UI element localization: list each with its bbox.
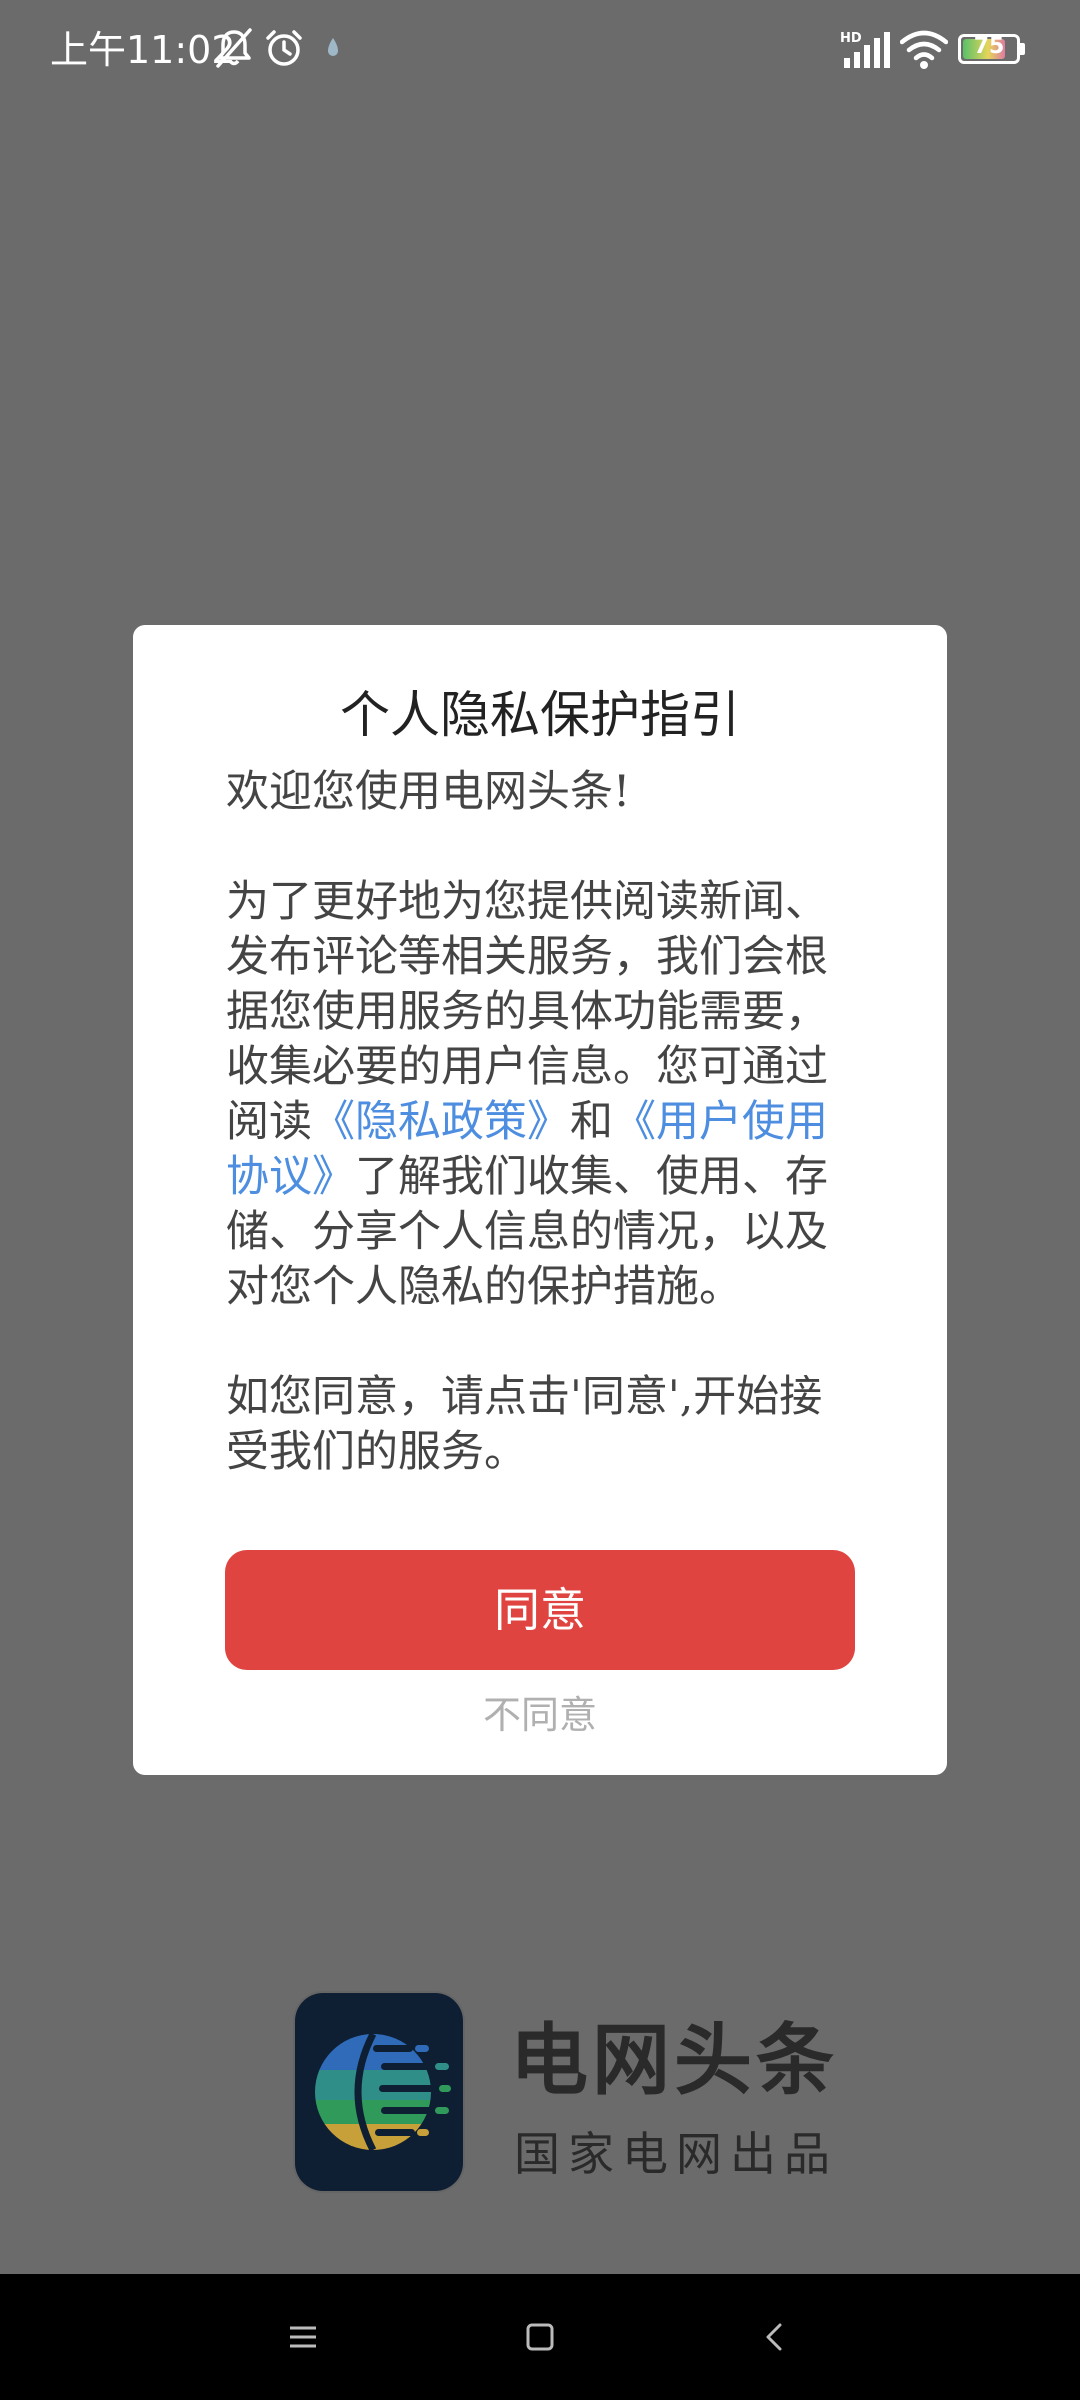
app-tagline: 国家电网出品 <box>514 2127 838 2181</box>
status-time: 上午11:02 <box>50 28 236 72</box>
alarm-clock-icon <box>262 26 306 74</box>
back-icon[interactable] <box>750 2312 800 2362</box>
privacy-policy-link[interactable]: 《隐私政策》 <box>312 1097 570 1147</box>
wifi-icon <box>899 30 949 74</box>
privacy-dialog: 个人隐私保护指引 欢迎您使用电网头条! 为了更好地为您提供阅读新闻、发布评论等相… <box>133 625 947 1775</box>
globe-logo-icon <box>315 2032 451 2152</box>
signal-strength-icon: HD <box>840 30 890 74</box>
navigation-bar <box>0 2274 1080 2400</box>
consent-paragraph: 如您同意，请点击'同意',开始接受我们的服务。 <box>226 1372 823 1477</box>
muted-bell-icon <box>212 26 256 74</box>
agree-button[interactable]: 同意 <box>225 1550 855 1670</box>
app-name: 电网头条 <box>510 2016 839 2106</box>
app-logo <box>295 1993 463 2191</box>
disagree-button[interactable]: 不同意 <box>133 1690 947 1740</box>
greeting-text: 欢迎您使用电网头条! <box>226 767 631 817</box>
dialog-body: 欢迎您使用电网头条! 为了更好地为您提供阅读新闻、发布评论等相关服务，我们会根据… <box>226 765 860 1480</box>
privacy-paragraph: 为了更好地为您提供阅读新闻、发布评论等相关服务，我们会根据您使用服务的具体功能需… <box>226 875 860 1315</box>
battery-level: 75 <box>973 34 1005 59</box>
signal-hd-label: HD <box>840 31 862 46</box>
battery-icon: 75 <box>958 34 1020 64</box>
home-icon[interactable] <box>515 2312 565 2362</box>
status-bar: 上午11:02 HD 75 <box>0 0 1080 100</box>
menu-icon[interactable] <box>278 2312 328 2362</box>
dialog-title: 个人隐私保护指引 <box>340 686 740 744</box>
notification-dot-icon <box>325 36 341 64</box>
and-text: 和 <box>570 1097 613 1147</box>
